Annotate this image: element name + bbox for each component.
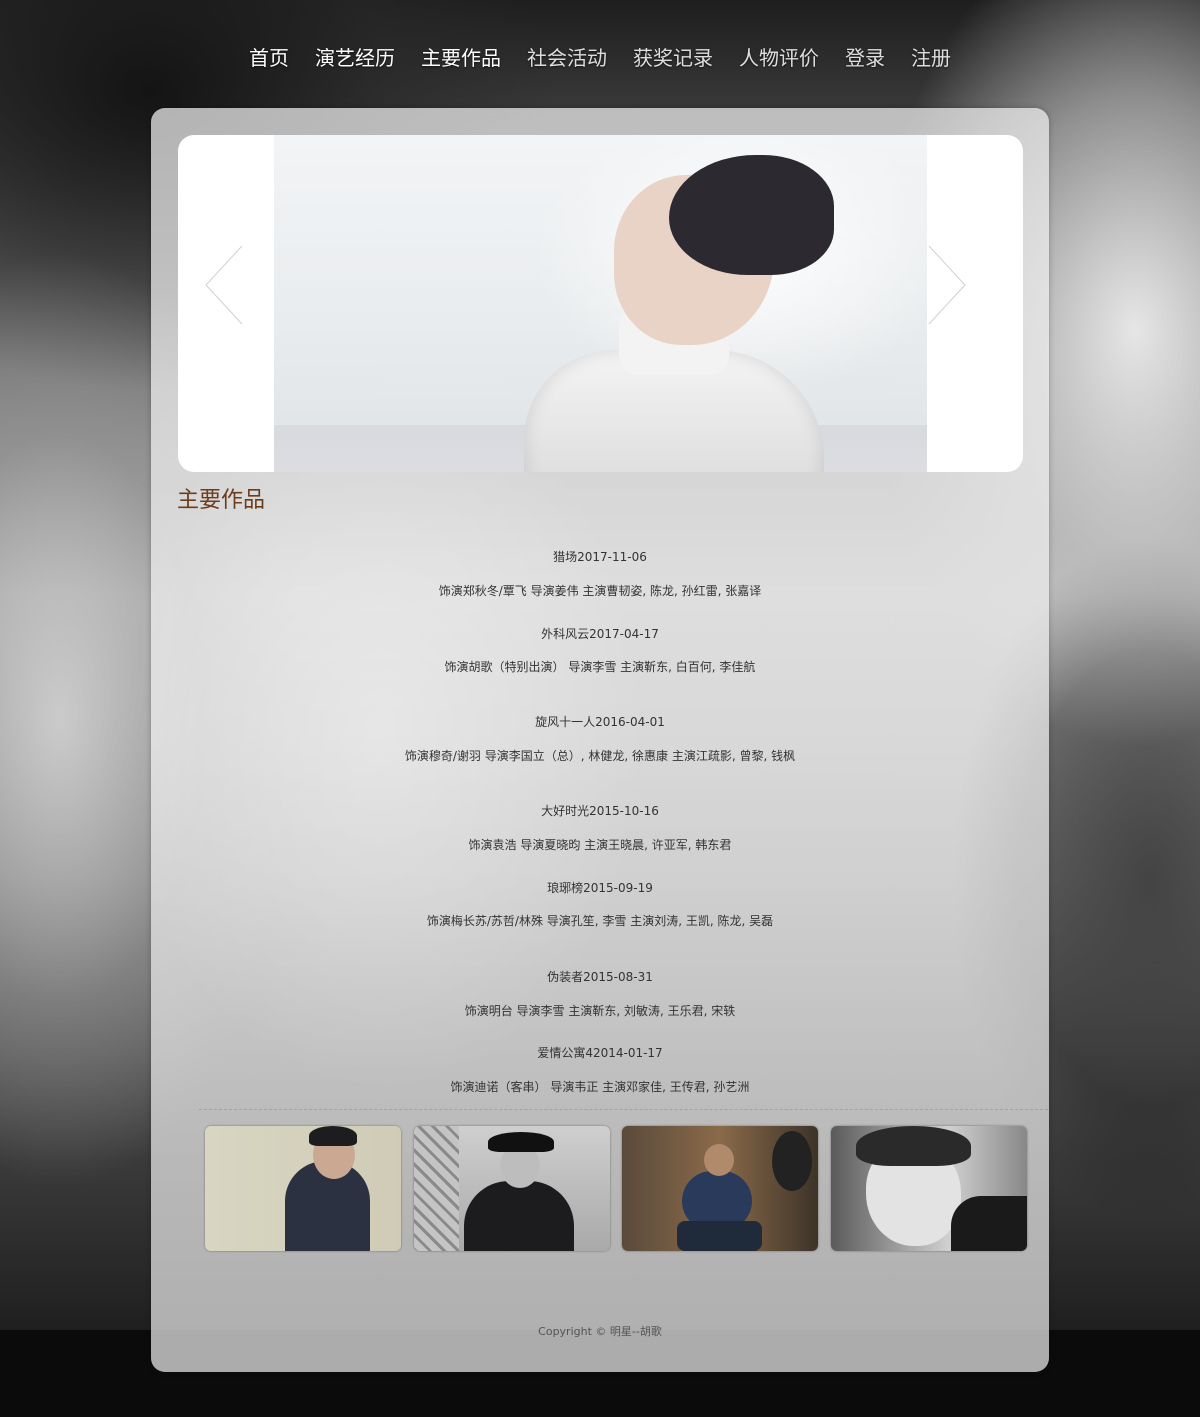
nav-item-register[interactable]: 注册: [898, 40, 964, 80]
gallery-photo-4[interactable]: [831, 1126, 1027, 1251]
work-title: 猎场2017-11-06: [553, 550, 647, 564]
carousel-slide-image: [274, 135, 927, 472]
nav-item-awards[interactable]: 获奖记录: [620, 40, 726, 80]
photo-figure-hair: [856, 1126, 971, 1166]
nav-item-career[interactable]: 演艺经历: [302, 40, 408, 80]
work-desc: 饰演穆奇/谢羽 导演李国立（总）, 林健龙, 徐惠康 主演江疏影, 曾黎, 钱枫: [404, 749, 796, 763]
nav-item-home[interactable]: 首页: [236, 40, 302, 80]
nav-item-login[interactable]: 登录: [832, 40, 898, 80]
work-desc: 饰演胡歌（特别出演） 导演李雪 主演靳东, 白百何, 李佳航: [444, 660, 756, 674]
gallery-photo-2[interactable]: [414, 1126, 610, 1251]
photo-figure-uniform: [464, 1181, 574, 1251]
section-title: 主要作品: [177, 488, 266, 513]
chevron-right-icon: [927, 244, 969, 326]
work-title: 伪装者2015-08-31: [547, 970, 653, 984]
nav-item-works[interactable]: 主要作品: [408, 40, 514, 80]
work-title: 大好时光2015-10-16: [541, 804, 659, 818]
photo-figure-head: [704, 1144, 734, 1176]
chevron-left-icon: [202, 244, 244, 326]
gallery-photo-3[interactable]: [622, 1126, 818, 1251]
nav-item-activities[interactable]: 社会活动: [514, 40, 620, 80]
carousel-next-button[interactable]: [913, 240, 973, 330]
nav-item-reviews[interactable]: 人物评价: [726, 40, 832, 80]
main-nav: 首页 演艺经历 主要作品 社会活动 获奖记录 人物评价 登录 注册: [0, 40, 1200, 80]
work-desc: 饰演郑秋冬/覃飞 导演姜伟 主演曹韧姿, 陈龙, 孙红雷, 张嘉译: [438, 584, 762, 598]
photo-figure-jeans: [677, 1221, 762, 1251]
work-desc: 饰演袁浩 导演夏晓昀 主演王晓晨, 许亚军, 韩东君: [468, 838, 732, 852]
work-title: 外科风云2017-04-17: [541, 627, 659, 641]
work-title: 旋风十一人2016-04-01: [535, 715, 665, 729]
image-carousel: [178, 135, 1023, 472]
gallery-photo-1[interactable]: [205, 1126, 401, 1251]
slide-hair: [669, 155, 834, 275]
photo-gallery: [205, 1126, 1035, 1252]
photo-scaffold: [414, 1126, 459, 1251]
work-desc: 饰演迪诺（客串） 导演韦正 主演邓家佳, 王传君, 孙艺洲: [450, 1080, 750, 1094]
photo-figure-jacket: [951, 1196, 1027, 1251]
work-title: 爱情公寓42014-01-17: [537, 1046, 663, 1060]
photo-figure-hair: [309, 1126, 357, 1146]
footer-copyright: Copyright © 明星--胡歌: [538, 1325, 662, 1338]
work-desc: 饰演梅长苏/苏哲/林殊 导演孔笙, 李雪 主演刘涛, 王凯, 陈龙, 吴磊: [426, 914, 774, 928]
carousel-prev-button[interactable]: [198, 240, 258, 330]
photo-studio-light: [772, 1131, 812, 1191]
content-panel: 主要作品 猎场2017-11-06 饰演郑秋冬/覃飞 导演姜伟 主演曹韧姿, 陈…: [151, 108, 1049, 1372]
section-divider: [199, 1109, 1049, 1110]
work-desc: 饰演明台 导演李雪 主演靳东, 刘敏涛, 王乐君, 宋轶: [464, 1004, 736, 1018]
work-title: 琅琊榜2015-09-19: [547, 881, 653, 895]
photo-figure-cap: [488, 1132, 554, 1152]
